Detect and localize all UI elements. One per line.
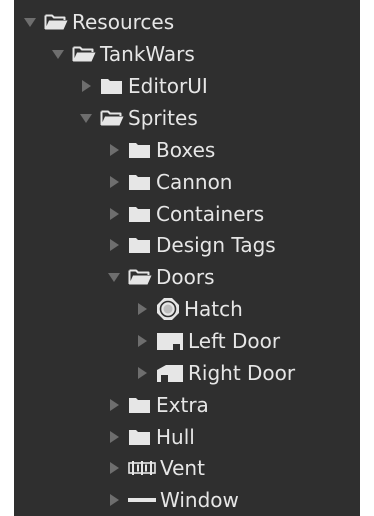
right-door-sprite-icon xyxy=(156,363,184,383)
tree-item-label: Sprites xyxy=(128,106,198,130)
expanded-arrow-icon[interactable] xyxy=(22,14,38,30)
tree-item-tankwars[interactable]: TankWars xyxy=(14,38,360,70)
tree-item-left-door[interactable]: Left Door xyxy=(14,325,360,357)
tree-item-cannon[interactable]: Cannon xyxy=(14,166,360,198)
collapsed-arrow-icon[interactable] xyxy=(134,333,150,349)
tree-item-label: Left Door xyxy=(188,329,281,353)
tree-item-containers[interactable]: Containers xyxy=(14,198,360,230)
collapsed-arrow-icon[interactable] xyxy=(106,492,122,508)
tree-item-vent[interactable]: Vent xyxy=(14,452,360,484)
tree-item-label: EditorUI xyxy=(128,74,208,98)
vent-sprite-icon xyxy=(128,460,156,476)
tree-item-hatch[interactable]: Hatch xyxy=(14,293,360,325)
tree-item-window[interactable]: Window xyxy=(14,484,360,516)
tree-item-label: Hull xyxy=(156,425,195,449)
left-door-sprite-icon xyxy=(156,331,184,351)
tree-item-label: Right Door xyxy=(188,361,296,385)
tree-item-label: Extra xyxy=(156,393,209,417)
expanded-arrow-icon[interactable] xyxy=(78,110,94,126)
collapsed-arrow-icon[interactable] xyxy=(78,78,94,94)
hierarchy-tree-panel: Resources TankWars EditorUI Sprites Boxe… xyxy=(14,0,360,516)
tree-item-label: Cannon xyxy=(156,170,233,194)
collapsed-arrow-icon[interactable] xyxy=(106,206,122,222)
folder-closed-icon xyxy=(128,205,152,223)
tree-item-extra[interactable]: Extra xyxy=(14,389,360,421)
collapsed-arrow-icon[interactable] xyxy=(106,429,122,445)
folder-open-icon xyxy=(128,268,152,286)
tree-item-label: TankWars xyxy=(100,42,195,66)
expanded-arrow-icon[interactable] xyxy=(106,269,122,285)
folder-open-icon xyxy=(44,13,68,31)
folder-open-icon xyxy=(100,109,124,127)
collapsed-arrow-icon[interactable] xyxy=(106,142,122,158)
tree-item-label: Vent xyxy=(160,456,205,480)
tree-item-hull[interactable]: Hull xyxy=(14,421,360,453)
collapsed-arrow-icon[interactable] xyxy=(134,365,150,381)
folder-open-icon xyxy=(72,45,96,63)
collapsed-arrow-icon[interactable] xyxy=(106,397,122,413)
tree-item-label: Doors xyxy=(156,265,215,289)
folder-closed-icon xyxy=(100,77,124,95)
tree-item-editorui[interactable]: EditorUI xyxy=(14,70,360,102)
tree-item-label: Hatch xyxy=(184,297,243,321)
expanded-arrow-icon[interactable] xyxy=(50,46,66,62)
tree-item-resources[interactable]: Resources xyxy=(14,6,360,38)
folder-closed-icon xyxy=(128,428,152,446)
tree-item-label: Containers xyxy=(156,202,265,226)
collapsed-arrow-icon[interactable] xyxy=(106,460,122,476)
tree-item-label: Resources xyxy=(72,10,175,34)
folder-closed-icon xyxy=(128,396,152,414)
hatch-sprite-icon xyxy=(156,297,180,321)
tree-item-doors[interactable]: Doors xyxy=(14,261,360,293)
window-sprite-icon xyxy=(128,495,156,505)
collapsed-arrow-icon[interactable] xyxy=(106,174,122,190)
tree-item-right-door[interactable]: Right Door xyxy=(14,357,360,389)
tree-item-boxes[interactable]: Boxes xyxy=(14,134,360,166)
collapsed-arrow-icon[interactable] xyxy=(106,237,122,253)
tree-item-sprites[interactable]: Sprites xyxy=(14,102,360,134)
folder-closed-icon xyxy=(128,173,152,191)
tree-item-label: Design Tags xyxy=(156,233,276,257)
tree-item-design-tags[interactable]: Design Tags xyxy=(14,229,360,261)
folder-closed-icon xyxy=(128,236,152,254)
tree-item-label: Window xyxy=(160,488,239,512)
tree-item-label: Boxes xyxy=(156,138,216,162)
folder-closed-icon xyxy=(128,141,152,159)
collapsed-arrow-icon[interactable] xyxy=(134,301,150,317)
